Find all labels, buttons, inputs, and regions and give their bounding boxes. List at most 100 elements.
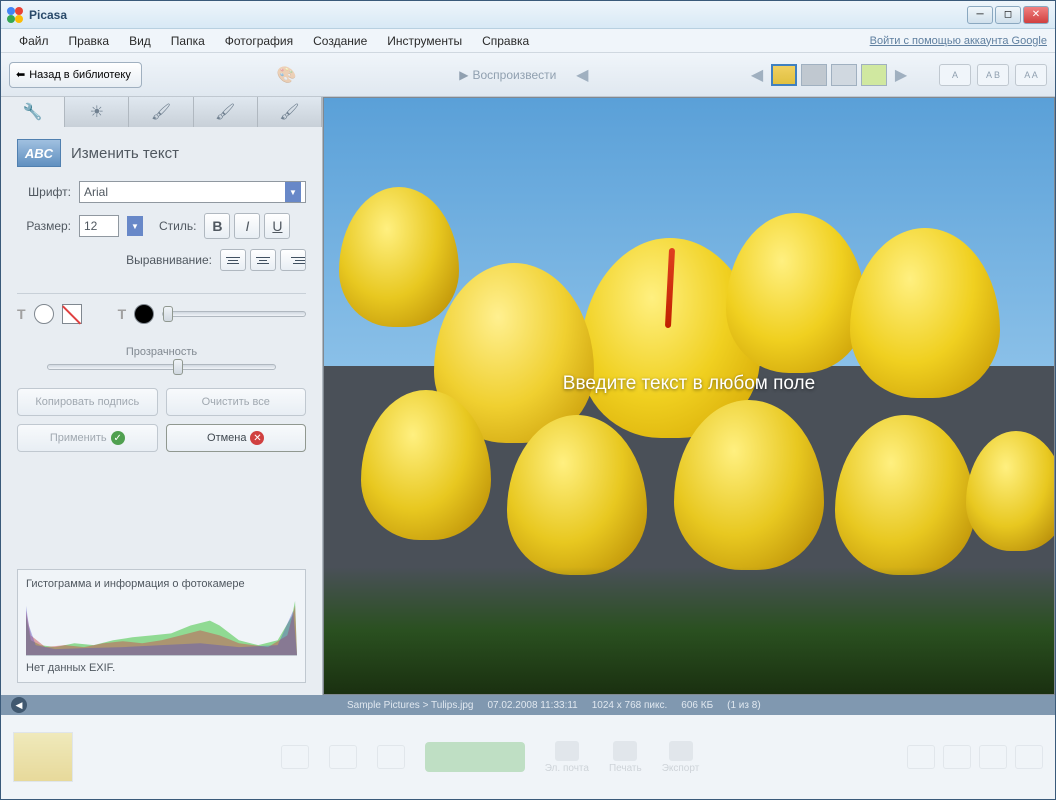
size-value: 12 — [84, 219, 97, 233]
rotate-left-button[interactable] — [329, 745, 357, 769]
text-placeholder[interactable]: Введите текст в любом поле — [563, 373, 815, 395]
menu-edit[interactable]: Правка — [59, 31, 120, 51]
bold-button[interactable]: B — [204, 213, 230, 239]
text-tool-icon: ABC — [17, 139, 61, 167]
share-button[interactable] — [425, 742, 525, 772]
tab-basic[interactable]: 🔧 — [1, 97, 65, 127]
image-viewer[interactable]: Введите текст в любом поле — [323, 97, 1055, 695]
status-size: 606 КБ — [681, 700, 713, 711]
prev-thumb-button[interactable]: ◀ — [747, 65, 767, 85]
bottom-right-buttons — [907, 745, 1043, 769]
clear-all-button[interactable]: Очистить все — [166, 388, 307, 416]
no-fill-button[interactable] — [62, 304, 82, 324]
menu-file[interactable]: Файл — [9, 31, 59, 51]
check-icon: ✓ — [111, 431, 125, 445]
people-button[interactable] — [979, 745, 1007, 769]
collapse-sidebar-button[interactable]: ◀ — [11, 697, 27, 713]
style-label: Стиль: — [159, 219, 196, 233]
histogram-box: Гистограмма и информация о фотокамере Не… — [17, 569, 306, 683]
align-buttons — [220, 249, 306, 271]
zoom-compare-button[interactable]: A B — [977, 64, 1009, 86]
back-arrow-icon: ⬅ — [16, 68, 25, 81]
align-row: Выравнивание: — [17, 249, 306, 271]
menu-tools[interactable]: Инструменты — [377, 31, 472, 51]
italic-button[interactable]: I — [234, 213, 260, 239]
window-title: Picasa — [29, 8, 67, 22]
panel-header: ABC Изменить текст — [17, 139, 306, 167]
rotate-right-button[interactable] — [377, 745, 405, 769]
opacity-slider[interactable] — [47, 364, 276, 370]
tab-effects1[interactable]: 🖌 — [129, 97, 193, 127]
maximize-button[interactable]: ◻ — [995, 6, 1021, 24]
back-label: Назад в библиотеку — [29, 69, 131, 81]
thumb-4[interactable] — [861, 64, 887, 86]
thumb-3[interactable] — [831, 64, 857, 86]
play-icon: ▶ — [459, 68, 468, 82]
status-dims: 1024 x 768 пикс. — [592, 700, 668, 711]
menu-view[interactable]: Вид — [119, 31, 161, 51]
outline-t-icon: T — [118, 306, 127, 322]
export-action[interactable]: Экспорт — [662, 741, 700, 774]
email-icon — [555, 741, 579, 761]
apply-cancel-row: Применить ✓ Отмена ✕ — [17, 424, 306, 452]
tab-effects3[interactable]: 🖌 — [258, 97, 322, 127]
font-value: Arial — [84, 185, 108, 199]
menu-photo[interactable]: Фотография — [215, 31, 303, 51]
menu-folder[interactable]: Папка — [161, 31, 215, 51]
tab-tuning[interactable]: ☀ — [65, 97, 129, 127]
toolbar: ⬅ Назад в библиотеку 🎨 ▶ Воспроизвести ◀… — [1, 53, 1055, 97]
bottom-bar: Эл. почта Печать Экспорт — [1, 715, 1055, 799]
back-to-library-button[interactable]: ⬅ Назад в библиотеку — [9, 62, 142, 88]
menu-help[interactable]: Справка — [472, 31, 539, 51]
font-row: Шрифт: Arial ▼ — [17, 181, 306, 203]
size-dropdown-icon[interactable]: ▼ — [127, 216, 143, 236]
cancel-button[interactable]: Отмена ✕ — [166, 424, 307, 452]
print-action[interactable]: Печать — [609, 741, 642, 774]
titlebar: Picasa ─ ◻ ✕ — [1, 1, 1055, 29]
dropdown-arrow-icon: ▼ — [285, 182, 301, 202]
underline-button[interactable]: U — [264, 213, 290, 239]
minimize-button[interactable]: ─ — [967, 6, 993, 24]
tray-thumb[interactable] — [13, 732, 73, 782]
align-right-button[interactable] — [280, 249, 306, 271]
thumb-1[interactable] — [771, 64, 797, 86]
star-button[interactable] — [281, 745, 309, 769]
info-button[interactable] — [1015, 745, 1043, 769]
align-center-button[interactable] — [250, 249, 276, 271]
photo-canvas: Введите текст в любом поле — [324, 98, 1054, 694]
export-icon — [669, 741, 693, 761]
copy-caption-button[interactable]: Копировать подпись — [17, 388, 158, 416]
size-input[interactable]: 12 — [79, 215, 119, 237]
histogram-chart — [26, 596, 297, 656]
menu-create[interactable]: Создание — [303, 31, 377, 51]
zoom-buttons: A A B A A — [939, 64, 1047, 86]
next-thumb-button[interactable]: ▶ — [891, 65, 911, 85]
tab-effects2[interactable]: 🖌 — [194, 97, 258, 127]
close-button[interactable]: ✕ — [1023, 6, 1049, 24]
size-label: Размер: — [17, 219, 71, 233]
size-style-row: Размер: 12 ▼ Стиль: B I U — [17, 213, 306, 239]
outline-color-swatch[interactable] — [134, 304, 154, 324]
status-count: (1 из 8) — [727, 700, 761, 711]
font-select[interactable]: Arial ▼ — [79, 181, 306, 203]
edit-tabs: 🔧 ☀ 🖌 🖌 🖌 — [1, 97, 322, 127]
align-label: Выравнивание: — [126, 253, 212, 267]
tag-button[interactable] — [907, 745, 935, 769]
email-action[interactable]: Эл. почта — [545, 741, 589, 774]
status-date: 07.02.2008 11:33:11 — [487, 700, 577, 711]
thumb-2[interactable] — [801, 64, 827, 86]
fill-color-swatch[interactable] — [34, 304, 54, 324]
apply-button[interactable]: Применить ✓ — [17, 424, 158, 452]
play-button[interactable]: ▶ Воспроизвести — [451, 64, 564, 86]
zoom-actual-button[interactable]: A A — [1015, 64, 1047, 86]
menubar: Файл Правка Вид Папка Фотография Создани… — [1, 29, 1055, 53]
histogram-title: Гистограмма и информация о фотокамере — [26, 578, 297, 590]
align-left-button[interactable] — [220, 249, 246, 271]
prev-set-button[interactable]: ◀ — [572, 65, 592, 85]
zoom-fit-button[interactable]: A — [939, 64, 971, 86]
color-tool-icon[interactable]: 🎨 — [277, 65, 317, 85]
outline-width-slider[interactable] — [162, 311, 306, 317]
geo-button[interactable] — [943, 745, 971, 769]
login-link[interactable]: Войти с помощью аккаунта Google — [870, 35, 1047, 47]
opacity-label: Прозрачность — [17, 346, 306, 358]
